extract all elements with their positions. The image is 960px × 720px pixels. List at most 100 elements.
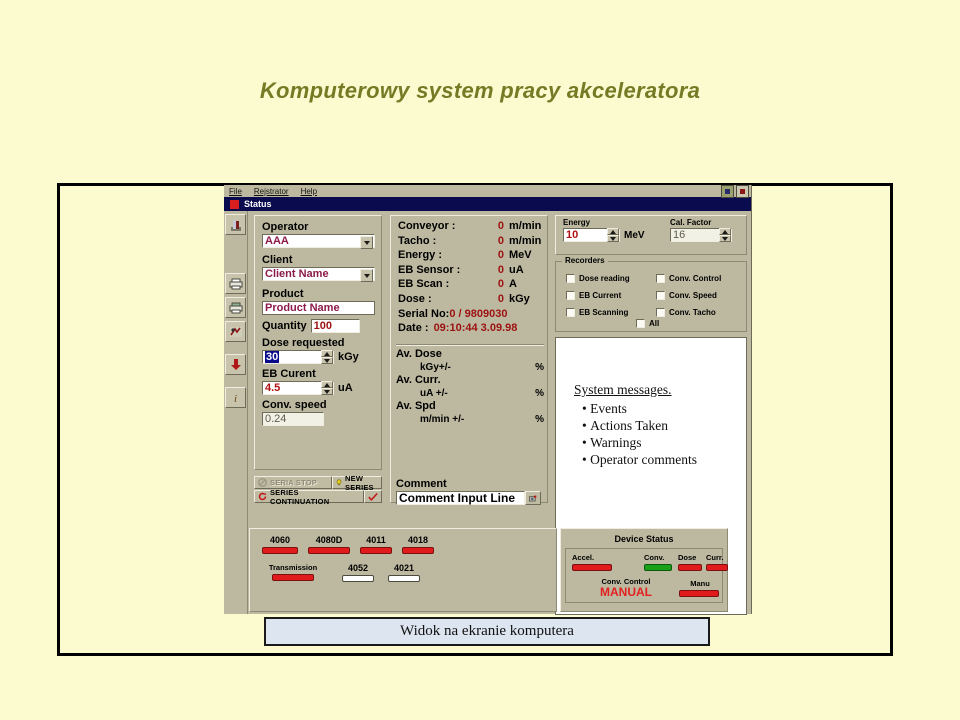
checkbox-conv-tacho[interactable]: Conv. Tacho (656, 308, 721, 317)
dose-requested-stepper[interactable]: 30 (262, 350, 334, 364)
device-led (262, 547, 298, 554)
chevron-down-icon[interactable] (360, 236, 373, 249)
status-label: Accel. (572, 553, 595, 562)
printer-icon[interactable] (225, 273, 246, 294)
down-arrow-icon[interactable] (225, 354, 246, 375)
checkbox-dose-reading[interactable]: Dose reading (566, 274, 630, 283)
device-status-title: Device Status (614, 534, 674, 544)
eb-current-stepper[interactable]: 4.5 (262, 381, 334, 395)
message-item: Warnings (582, 434, 746, 451)
serial-row: Serial No: 0 / 9809030 (398, 307, 543, 322)
recorders-fieldset: Recorders Dose reading EB Current EB Sca… (555, 256, 747, 332)
checkbox-all[interactable]: All (636, 319, 659, 328)
date-row: Date : 09:10:44 3.09.98 (398, 321, 543, 336)
client-area: i Operator AAA Client Client Name Produc… (224, 211, 751, 615)
avg-spd-pct: % (535, 414, 544, 425)
energy-label: Energy (563, 218, 591, 227)
readout-list: Conveyor : 0 m/min Tacho : 0 m/min Energ… (398, 219, 543, 336)
checkbox-icon[interactable] (656, 291, 665, 300)
menu-item-file[interactable]: File (229, 187, 242, 196)
avg-spd-label: Av. Spd (396, 400, 436, 412)
readout-label: Energy : (398, 249, 443, 262)
series-continuation-button[interactable]: SERIES CONTINUATION (254, 488, 364, 506)
slide-caption: Widok na ekranie komputera (264, 617, 710, 646)
checkbox-icon[interactable] (566, 291, 575, 300)
device-led (308, 547, 350, 554)
checkbox-icon[interactable] (566, 274, 575, 283)
checkbox-label: Dose reading (579, 274, 630, 283)
readout-label: EB Scan : (398, 278, 450, 291)
message-item: Operator comments (582, 451, 746, 468)
checkbox-icon[interactable] (566, 308, 575, 317)
comment-input[interactable]: Comment Input Line (396, 491, 525, 505)
comment-value: Comment Input Line (399, 491, 515, 505)
transmission-led-white (388, 575, 420, 582)
serial-label: Serial No: (398, 307, 450, 320)
averages-list: Av. Dose kGy+/- % Av. Curr. uA +/- % Av.… (396, 348, 544, 426)
dose-requested-label: Dose requested (262, 337, 345, 349)
checkbox-eb-scanning[interactable]: EB Scanning (566, 308, 630, 317)
readout-label: Tacho : (398, 234, 437, 247)
print-preview-icon[interactable] (225, 297, 246, 318)
spinner-icon[interactable] (321, 350, 333, 364)
minimize-icon[interactable] (721, 185, 734, 198)
readout-label: EB Sensor : (398, 263, 461, 276)
checkbox-icon[interactable] (656, 274, 665, 283)
quantity-field[interactable]: 100 (310, 319, 360, 333)
window-buttons (721, 185, 749, 198)
checkbox-eb-current[interactable]: EB Current (566, 291, 630, 300)
conv-speed-field: 0.24 (262, 412, 324, 426)
readout-unit: uA (509, 263, 524, 276)
spinner-icon[interactable] (607, 228, 619, 242)
manu-label: Manu (690, 579, 710, 588)
checkbox-conv-speed[interactable]: Conv. Speed (656, 291, 721, 300)
date-value: 09:10:44 3.09.98 (433, 322, 518, 335)
message-item: Events (582, 400, 746, 417)
energy-unit: MeV (624, 229, 645, 241)
checkbox-label: Conv. Control (669, 274, 722, 283)
tools-icon[interactable] (225, 321, 246, 342)
device-led (402, 547, 434, 554)
building-icon[interactable] (225, 214, 246, 235)
device-number: 4060 (269, 535, 291, 545)
chevron-down-icon[interactable] (360, 269, 373, 282)
spinner-icon[interactable] (719, 228, 731, 242)
eb-current-value: 4.5 (265, 382, 281, 394)
transmission-label: Transmission (268, 563, 318, 572)
checkbox-conv-control[interactable]: Conv. Control (656, 274, 721, 283)
readout-row: Dose : 0 kGy (398, 292, 543, 307)
operator-combo[interactable]: AAA (262, 234, 375, 249)
avg-curr-row: uA +/- % (396, 387, 544, 400)
avg-dose-row: kGy+/- % (396, 361, 544, 374)
device-number: 4018 (407, 535, 429, 545)
menu-item-rejstrator[interactable]: Rejstrator (254, 187, 289, 196)
spinner-icon[interactable] (321, 381, 333, 395)
info-icon[interactable]: i (225, 387, 246, 408)
status-led-conv (644, 564, 672, 571)
device-status-fieldset: Accel. Conv. Dose Curr. Conv. Control MA… (565, 548, 728, 603)
camera-icon[interactable] (525, 491, 541, 505)
client-label: Client (262, 254, 293, 266)
menu-item-help[interactable]: Help (301, 187, 317, 196)
energy-stepper[interactable]: 10 (563, 228, 620, 242)
checkbox-icon[interactable] (636, 319, 645, 328)
status-label: Conv. (644, 553, 665, 562)
avg-dose-unit: kGy+/- (420, 362, 451, 373)
avg-curr-unit: uA +/- (420, 388, 448, 399)
window-title: Status (244, 199, 272, 209)
restore-icon[interactable] (736, 185, 749, 198)
transmission-number: 4052 (347, 563, 369, 573)
readout-row: Conveyor : 0 m/min (398, 219, 543, 234)
device-number-row: 4060 4080D 4011 4018 (250, 529, 556, 554)
client-combo[interactable]: Client Name (262, 267, 375, 282)
checkbox-icon[interactable] (656, 308, 665, 317)
product-field[interactable]: Product Name (262, 301, 375, 315)
client-value: Client Name (265, 268, 329, 280)
readout-row: EB Scan : 0 A (398, 277, 543, 292)
recorders-legend: Recorders (562, 256, 608, 265)
transmission-led (272, 574, 314, 581)
cal-factor-stepper[interactable]: 16 (670, 228, 732, 242)
confirm-button[interactable] (364, 490, 382, 503)
dose-requested-value: 30 (265, 351, 280, 363)
device-led (360, 547, 392, 554)
